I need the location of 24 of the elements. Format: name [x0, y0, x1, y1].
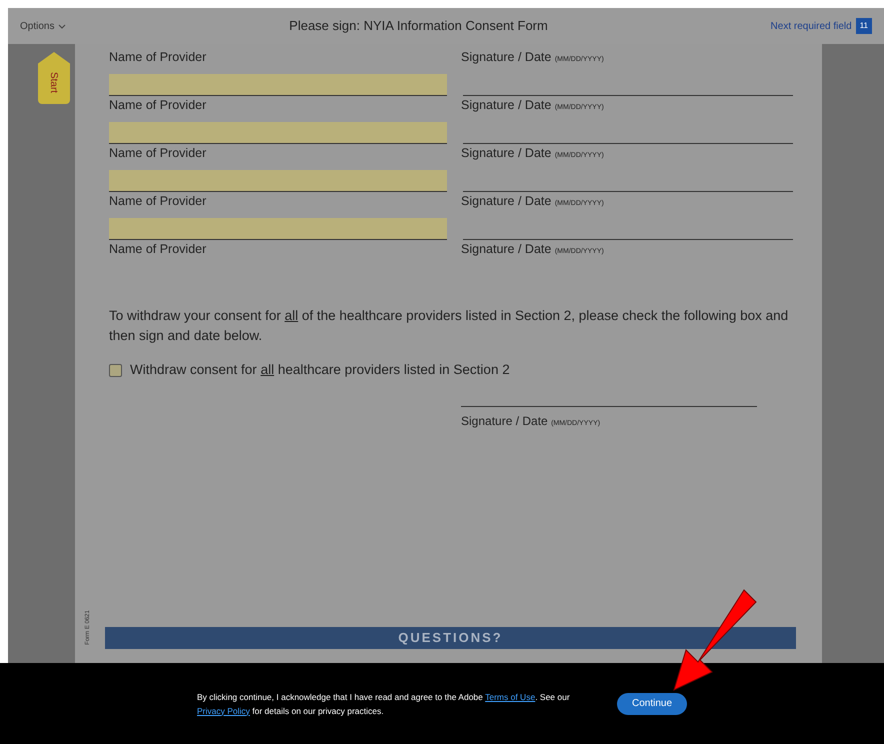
chevron-down-icon — [58, 24, 66, 28]
privacy-policy-link[interactable]: Privacy Policy — [197, 706, 250, 716]
options-menu[interactable]: Options — [20, 18, 66, 34]
provider-name-field[interactable] — [109, 218, 447, 240]
withdraw-label: Withdraw consent for all healthcare providers listed in Section 2 — [130, 361, 510, 379]
start-tab[interactable]: Start — [38, 52, 70, 104]
consent-text: By clicking continue, I acknowledge that I have read and agree to the Adobe Terms of Use. See our Privacy Policy for details on our privacy practices. — [197, 690, 571, 718]
document-title: Please sign: NYIA Information Consent Form — [288, 17, 549, 36]
continue-button[interactable]: Continue — [617, 692, 687, 714]
instruction-text: To withdraw your consent for all of the healthcare providers listed in Section 2, please check the following box and then sign and date below. — [109, 307, 790, 345]
provider-name-label: Name of Provider — [109, 49, 208, 66]
provider-name-label: Name of Provider — [109, 145, 208, 162]
questions-banner: QUESTIONS? — [105, 627, 796, 649]
provider-name-label: Name of Provider — [109, 193, 208, 210]
terms-of-use-link[interactable]: Terms of Use — [485, 692, 536, 702]
withdraw-checkbox[interactable] — [109, 364, 122, 377]
provider-name-label: Name of Provider — [109, 241, 208, 258]
provider-name-field[interactable] — [109, 170, 447, 192]
provider-name-label: Name of Provider — [109, 97, 208, 114]
next-required-field-link[interactable]: Next required field — [770, 18, 852, 34]
pointer-arrow-icon — [670, 588, 758, 692]
required-count-badge: 11 — [856, 18, 872, 34]
provider-name-field[interactable] — [109, 74, 447, 96]
provider-name-field[interactable] — [109, 122, 447, 144]
